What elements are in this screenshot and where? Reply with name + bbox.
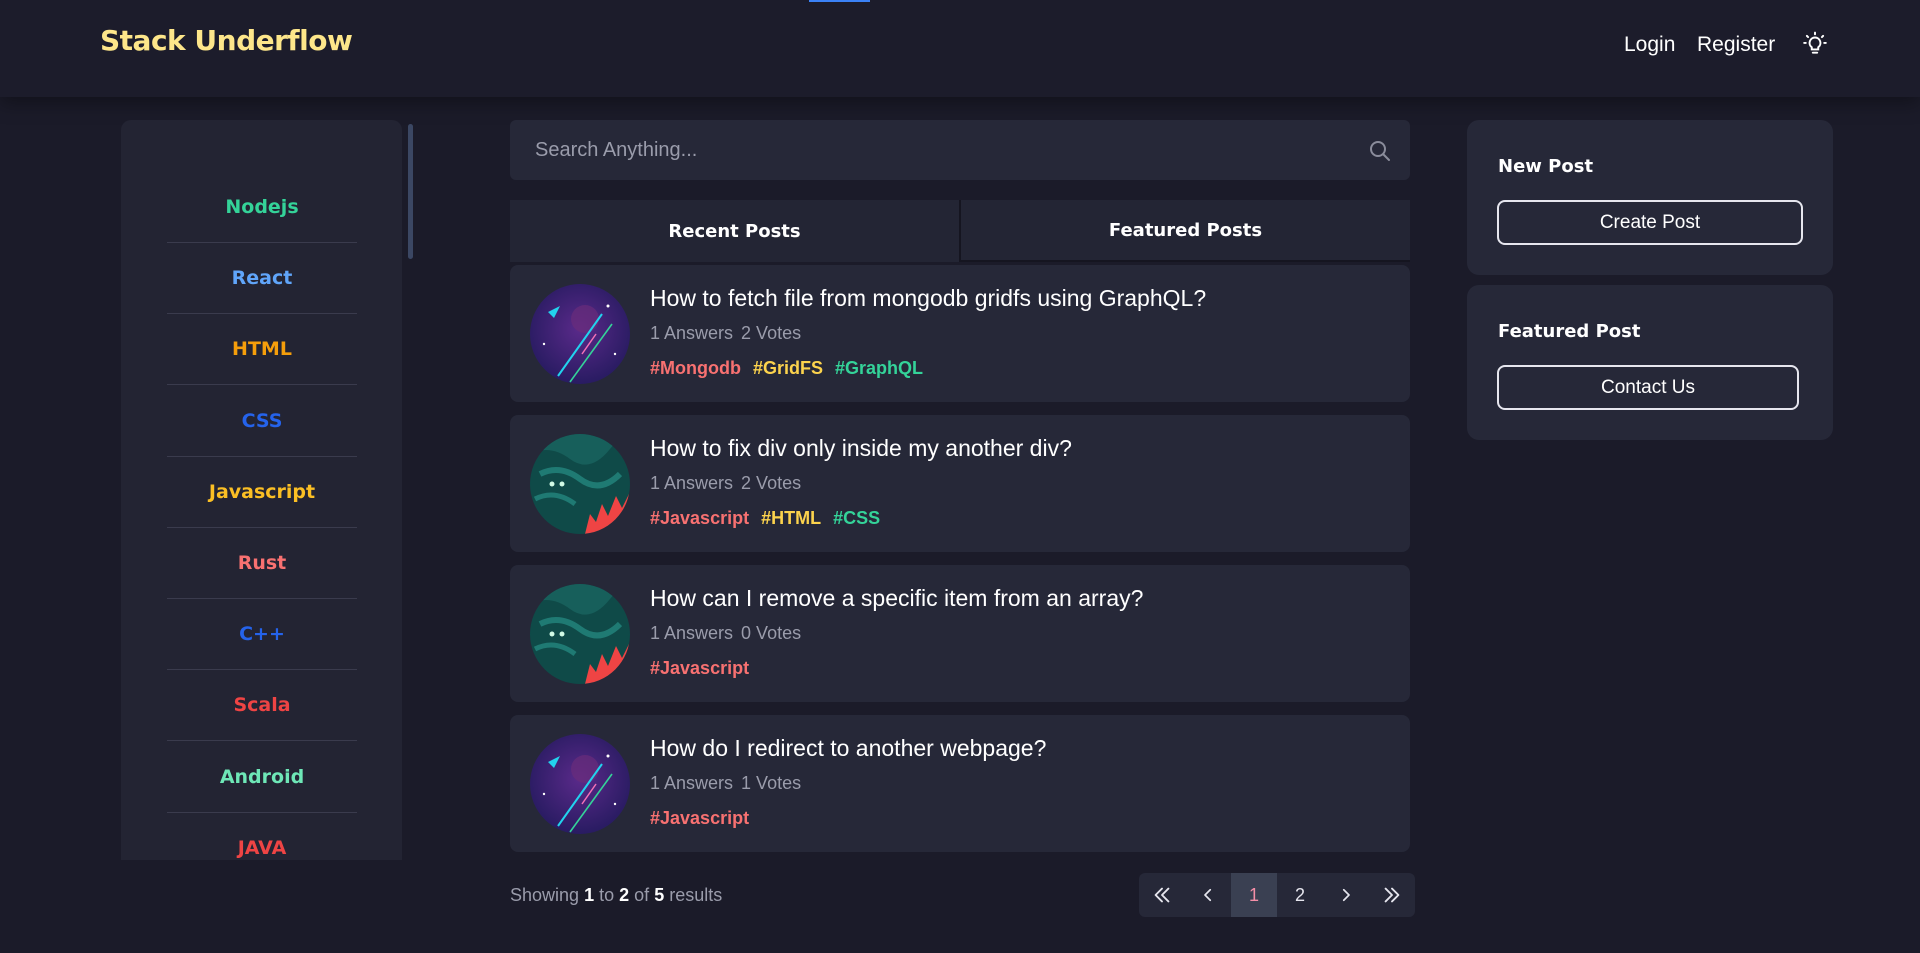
- register-link[interactable]: Register: [1697, 33, 1775, 57]
- tag-link[interactable]: #GridFS: [753, 358, 823, 378]
- showing-label: Showing: [510, 885, 580, 905]
- tag-link[interactable]: #Javascript: [650, 508, 749, 528]
- answers-count: 1 Answers: [650, 323, 734, 343]
- sidebar-scrollbar[interactable]: [408, 124, 413, 259]
- to-label: to: [599, 885, 615, 905]
- answers-count: 1 Answers: [650, 623, 734, 643]
- post-card[interactable]: How do I redirect to another webpage? 1 A…: [510, 715, 1410, 852]
- votes-count: 1 Votes: [741, 773, 802, 793]
- tag-link[interactable]: #GraphQL: [835, 358, 923, 378]
- login-link[interactable]: Login: [1624, 33, 1675, 57]
- post-title[interactable]: How do I redirect to another webpage?: [650, 735, 1046, 762]
- pagination: 1 2: [1139, 873, 1415, 917]
- search-bar: [510, 120, 1410, 180]
- topic-sidebar: Nodejs React HTML CSS Javascript Rust C++ Scala…: [121, 120, 402, 860]
- tag-link[interactable]: #HTML: [761, 508, 821, 528]
- results-summary: Showing 1 to 2 of 5 results: [510, 885, 722, 906]
- sidebar-item-react[interactable]: React: [167, 243, 357, 315]
- post-meta: 1 Answers 2 Votes: [650, 473, 801, 494]
- avatar: [530, 584, 630, 684]
- post-meta: 1 Answers 0 Votes: [650, 623, 801, 644]
- brand-logo[interactable]: Stack Underflow: [100, 24, 353, 57]
- last-page-icon[interactable]: [1369, 873, 1415, 917]
- results-label: results: [669, 885, 723, 905]
- post-card[interactable]: How to fetch file from mongodb gridfs us…: [510, 265, 1410, 402]
- sidebar-item-scala[interactable]: Scala: [167, 670, 357, 742]
- next-page-icon[interactable]: [1323, 873, 1369, 917]
- new-post-widget: New Post Create Post: [1467, 120, 1833, 275]
- tab-recent-posts[interactable]: Recent Posts: [510, 200, 961, 262]
- sidebar-item-html[interactable]: HTML: [167, 314, 357, 386]
- sidebar-item-javascript[interactable]: Javascript: [167, 457, 357, 528]
- answers-count: 1 Answers: [650, 773, 734, 793]
- featured-post-title: Featured Post: [1498, 321, 1641, 342]
- first-page-icon[interactable]: [1139, 873, 1185, 917]
- featured-post-widget: Featured Post Contact Us: [1467, 285, 1833, 440]
- of-label: of: [634, 885, 650, 905]
- post-card[interactable]: How to fix div only inside my another di…: [510, 415, 1410, 552]
- post-tabs: Recent Posts Featured Posts: [510, 200, 1410, 262]
- contact-us-button[interactable]: Contact Us: [1497, 365, 1799, 410]
- sidebar-item-android[interactable]: Android: [167, 742, 357, 813]
- sidebar-item-java[interactable]: JAVA: [167, 813, 357, 860]
- sidebar-item-cpp[interactable]: C++: [167, 599, 357, 671]
- top-navbar: Stack Underflow Login Register: [0, 0, 1920, 97]
- tag-link[interactable]: #Javascript: [650, 808, 749, 828]
- create-post-button[interactable]: Create Post: [1497, 200, 1803, 245]
- post-tags: #Mongodb #GridFS #GraphQL: [650, 358, 935, 379]
- post-card[interactable]: How can I remove a specific item from an…: [510, 565, 1410, 702]
- post-title[interactable]: How to fetch file from mongodb gridfs us…: [650, 285, 1206, 312]
- post-meta: 1 Answers 2 Votes: [650, 323, 801, 344]
- tag-link[interactable]: #CSS: [833, 508, 880, 528]
- search-icon[interactable]: [1368, 139, 1392, 163]
- post-meta: 1 Answers 1 Votes: [650, 773, 801, 794]
- votes-count: 2 Votes: [741, 323, 802, 343]
- avatar: [530, 434, 630, 534]
- sidebar-item-nodejs[interactable]: Nodejs: [167, 172, 357, 243]
- votes-count: 0 Votes: [741, 623, 802, 643]
- post-title[interactable]: How can I remove a specific item from an…: [650, 585, 1143, 612]
- post-tags: #Javascript #HTML #CSS: [650, 508, 892, 529]
- sidebar-item-rust[interactable]: Rust: [167, 528, 357, 599]
- lightbulb-icon[interactable]: [1800, 29, 1830, 59]
- sidebar-item-css[interactable]: CSS: [167, 386, 357, 457]
- search-input[interactable]: [510, 120, 1410, 180]
- top-accent-bar: [809, 0, 870, 2]
- prev-page-icon[interactable]: [1185, 873, 1231, 917]
- results-to: 2: [619, 885, 630, 905]
- page-button-1[interactable]: 1: [1231, 873, 1277, 917]
- tag-link[interactable]: #Mongodb: [650, 358, 741, 378]
- new-post-title: New Post: [1498, 156, 1594, 177]
- avatar: [530, 284, 630, 384]
- results-total: 5: [654, 885, 665, 905]
- post-title[interactable]: How to fix div only inside my another di…: [650, 435, 1072, 462]
- tab-featured-posts[interactable]: Featured Posts: [961, 200, 1410, 262]
- post-tags: #Javascript: [650, 658, 761, 679]
- avatar: [530, 734, 630, 834]
- answers-count: 1 Answers: [650, 473, 734, 493]
- votes-count: 2 Votes: [741, 473, 802, 493]
- page-button-2[interactable]: 2: [1277, 873, 1323, 917]
- tag-link[interactable]: #Javascript: [650, 658, 749, 678]
- results-from: 1: [584, 885, 595, 905]
- post-tags: #Javascript: [650, 808, 761, 829]
